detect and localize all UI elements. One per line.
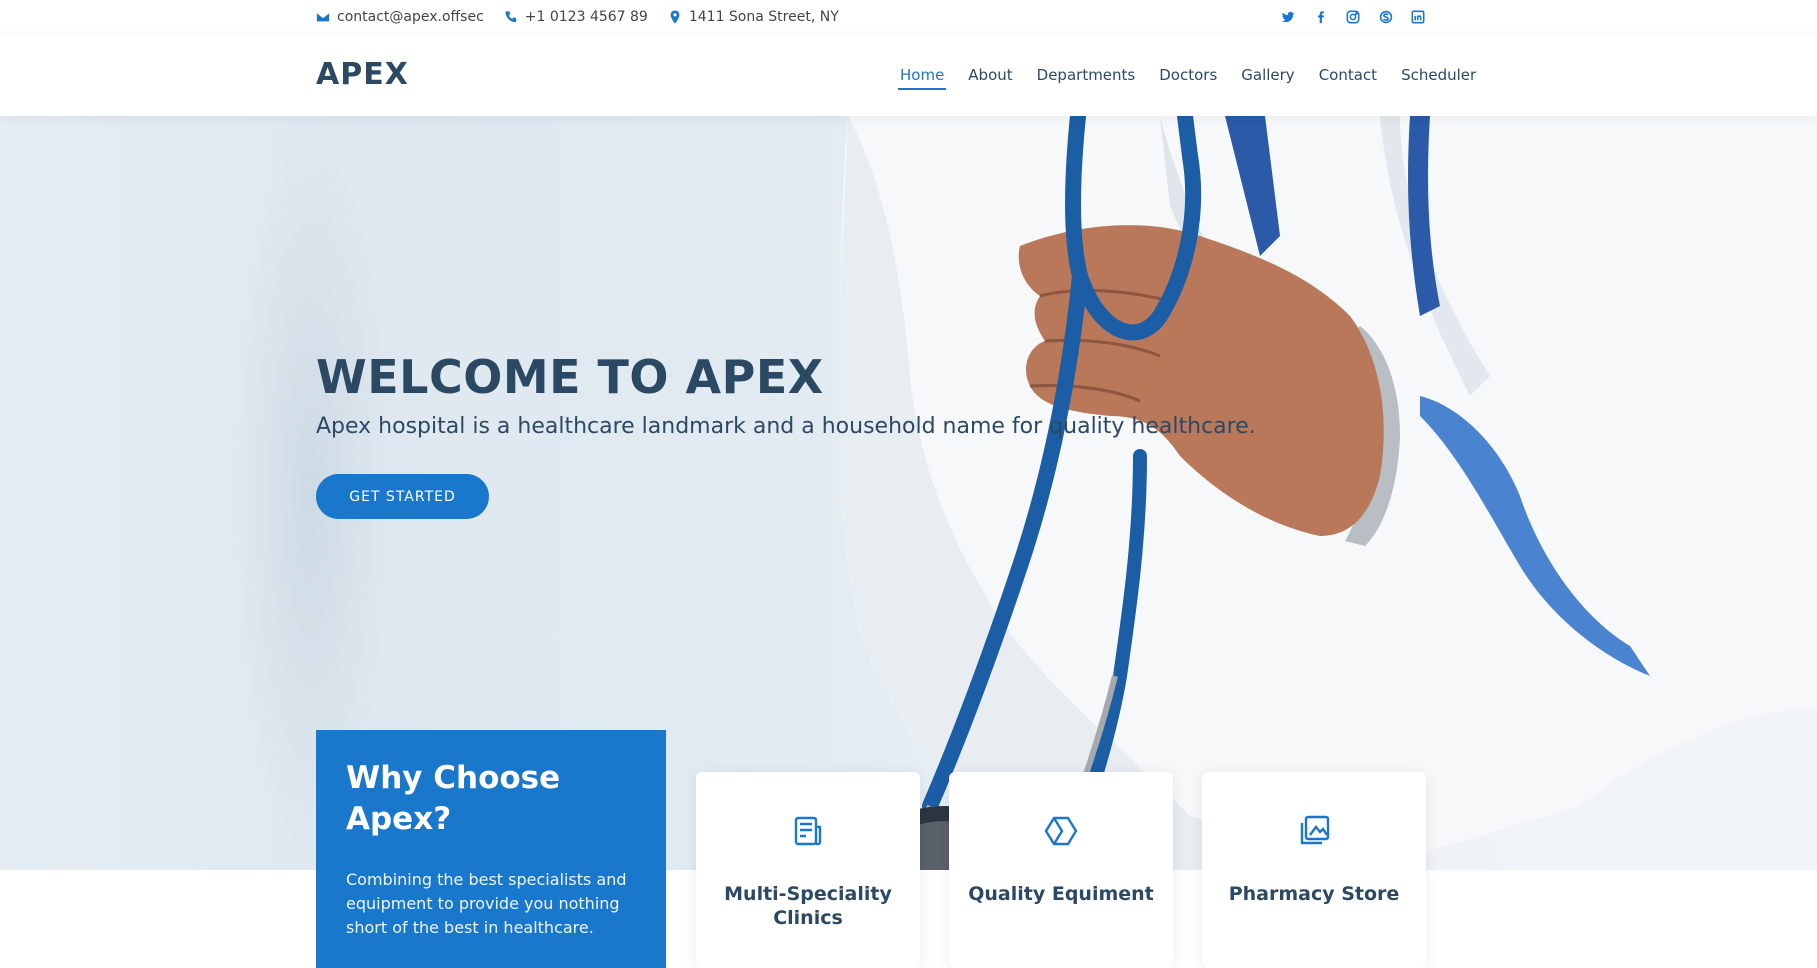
hero-title: WELCOME TO APEX	[316, 350, 824, 404]
address-text: 1411 Sona Street, NY	[688, 9, 839, 25]
skype-icon[interactable]	[1378, 9, 1394, 25]
nav-about[interactable]: About	[968, 66, 1012, 90]
nav-gallery[interactable]: Gallery	[1241, 66, 1294, 90]
hero-subtitle: Apex hospital is a healthcare landmark a…	[316, 414, 1256, 439]
map-pin-icon	[670, 10, 680, 24]
feature-card-clinics[interactable]: Multi-Speciality Clinics	[696, 772, 920, 968]
clinic-icon	[789, 812, 827, 850]
why-text: Combining the best specialists and equip…	[346, 870, 627, 937]
why-choose-box: Why Choose Apex? Combining the best spec…	[316, 730, 666, 968]
feature-card-pharmacy[interactable]: Pharmacy Store	[1202, 772, 1426, 968]
envelope-icon	[316, 12, 330, 22]
linkedin-icon[interactable]	[1410, 9, 1426, 25]
instagram-icon[interactable]	[1345, 9, 1361, 25]
get-started-button[interactable]: GET STARTED	[316, 474, 489, 519]
nav-home[interactable]: Home	[897, 66, 947, 90]
nav-scheduler[interactable]: Scheduler	[1401, 66, 1476, 90]
email-contact[interactable]: contact@apex.offsec	[316, 9, 484, 25]
twitter-icon[interactable]	[1280, 9, 1296, 25]
why-title: Why Choose Apex?	[346, 760, 561, 837]
email-text[interactable]: contact@apex.offsec	[337, 9, 484, 25]
facebook-icon[interactable]	[1313, 9, 1329, 25]
feature-card-equipment[interactable]: Quality Equiment	[949, 772, 1173, 968]
doctor-image	[840, 116, 1817, 870]
hexagon-icon	[1042, 812, 1080, 850]
feature-title: Multi-Speciality Clinics	[724, 883, 892, 929]
phone-contact[interactable]: +1 0123 4567 89	[504, 9, 648, 25]
top-bar: contact@apex.offsec +1 0123 4567 89 1411…	[0, 0, 1817, 36]
phone-icon	[505, 11, 517, 23]
address-contact: 1411 Sona Street, NY	[668, 9, 839, 25]
feature-title: Pharmacy Store	[1228, 883, 1400, 905]
nav-doctors[interactable]: Doctors	[1159, 66, 1217, 90]
images-icon	[1295, 812, 1333, 850]
contact-info: contact@apex.offsec +1 0123 4567 89 1411…	[316, 9, 859, 25]
main-nav: Home About Departments Doctors Gallery C…	[897, 66, 1500, 90]
social-links	[1280, 9, 1443, 25]
site-logo[interactable]: APEX	[316, 57, 409, 92]
hero-section: WELCOME TO APEX Apex hospital is a healt…	[0, 116, 1817, 870]
nav-contact[interactable]: Contact	[1319, 66, 1377, 90]
nav-departments[interactable]: Departments	[1037, 66, 1136, 90]
phone-text[interactable]: +1 0123 4567 89	[525, 9, 648, 25]
site-header: APEX Home About Departments Doctors Gall…	[0, 36, 1817, 116]
feature-title: Quality Equiment	[968, 883, 1154, 905]
